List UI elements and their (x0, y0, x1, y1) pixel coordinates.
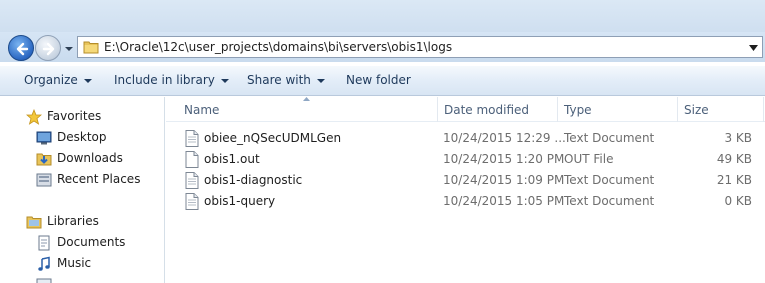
text-file-icon (185, 193, 199, 210)
file-row[interactable]: obis1-diagnostic 10/24/2015 1:09 PM Text… (166, 170, 765, 191)
sidebar-item-label: Documents (57, 235, 126, 249)
column-header-size[interactable]: Size (684, 103, 709, 117)
file-list-pane: Name Date modified Type Size obiee_nQSec… (166, 97, 765, 283)
pictures-icon (36, 278, 52, 283)
file-row[interactable]: obiee_nQSecUDMLGen 10/24/2015 12:29 ... … (166, 128, 765, 149)
forward-arrow-icon (42, 42, 55, 56)
address-bar[interactable]: E:\Oracle\12c\user_projects\domains\bi\s… (77, 36, 763, 58)
file-date-modified: 10/24/2015 1:20 PM (443, 152, 565, 166)
file-row[interactable]: obis1.out 10/24/2015 1:20 PM OUT File 49… (166, 149, 765, 170)
chevron-down-icon (220, 78, 229, 83)
chevron-down-icon (65, 47, 73, 51)
text-file-icon (185, 172, 199, 189)
file-type: Text Document (564, 194, 655, 208)
chevron-down-icon (316, 78, 325, 83)
music-icon (38, 256, 50, 271)
file-type: OUT File (564, 152, 614, 166)
recent-places-icon (36, 173, 52, 187)
column-divider[interactable] (763, 97, 764, 122)
chevron-down-icon (83, 78, 92, 83)
column-divider[interactable] (677, 97, 678, 122)
libraries-label: Libraries (47, 214, 99, 228)
share-with-button[interactable]: Share with (247, 73, 325, 87)
file-size: 21 KB (716, 173, 752, 187)
window-frame-top (0, 0, 765, 32)
address-path: E:\Oracle\12c\user_projects\domains\bi\s… (104, 40, 453, 54)
sidebar-item-label: Music (57, 256, 92, 270)
organize-button[interactable]: Organize (24, 73, 92, 87)
column-header-type[interactable]: Type (564, 103, 592, 117)
sidebar-item-label: Recent Places (57, 172, 141, 186)
file-size: 0 KB (724, 194, 752, 208)
recent-pages-button[interactable] (64, 43, 74, 53)
file-name: obis1-query (204, 194, 276, 208)
new-folder-button[interactable]: New folder (346, 73, 411, 87)
address-dropdown-icon[interactable] (749, 45, 758, 51)
column-header-date-modified[interactable]: Date modified (444, 103, 529, 117)
navigation-pane: Favorites Desktop Downloads Recent Place… (0, 97, 165, 283)
file-date-modified: 10/24/2015 1:05 PM (443, 194, 565, 208)
forward-button[interactable] (35, 35, 61, 61)
column-divider[interactable] (437, 97, 438, 122)
back-arrow-icon (16, 42, 29, 56)
column-header-name[interactable]: Name (184, 103, 219, 117)
organize-label: Organize (24, 73, 78, 87)
share-with-label: Share with (247, 73, 311, 87)
column-header-row: Name Date modified Type Size (166, 97, 765, 122)
new-folder-label: New folder (346, 73, 411, 87)
command-toolbar: Organize Include in library Share with N… (0, 66, 765, 96)
documents-icon (38, 235, 50, 251)
file-name: obis1.out (204, 152, 260, 166)
folder-icon (83, 41, 99, 54)
favorites-label: Favorites (47, 109, 102, 123)
include-in-library-label: Include in library (114, 73, 215, 87)
file-date-modified: 10/24/2015 1:09 PM (443, 173, 565, 187)
sidebar-item-label: Downloads (57, 151, 123, 165)
file-name: obiee_nQSecUDMLGen (204, 131, 342, 145)
file-size: 3 KB (724, 131, 752, 145)
file-type: Text Document (564, 131, 655, 145)
file-row[interactable]: obis1-query 10/24/2015 1:05 PM Text Docu… (166, 191, 765, 212)
file-type: Text Document (564, 173, 655, 187)
include-in-library-button[interactable]: Include in library (114, 73, 229, 87)
file-size: 49 KB (716, 152, 752, 166)
downloads-icon (36, 153, 52, 166)
sort-ascending-icon (303, 97, 310, 101)
sidebar-item-label: Desktop (57, 130, 107, 144)
back-button[interactable] (8, 35, 34, 61)
star-icon (26, 109, 42, 125)
desktop-icon (36, 131, 52, 145)
file-name: obis1-diagnostic (204, 173, 303, 187)
file-date-modified: 10/24/2015 12:29 ... (443, 131, 566, 145)
libraries-icon (26, 216, 42, 229)
text-file-icon (185, 130, 199, 147)
column-divider[interactable] (557, 97, 558, 122)
generic-file-icon (185, 151, 199, 168)
